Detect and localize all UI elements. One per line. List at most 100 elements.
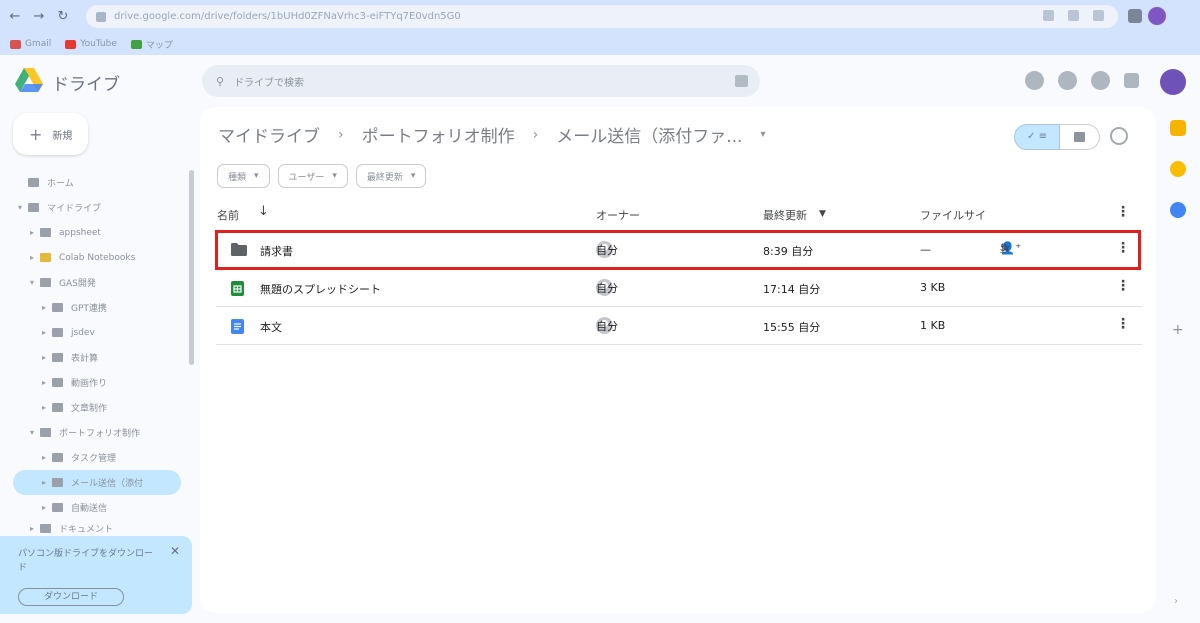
search-icon[interactable]: ⚲ (216, 75, 224, 88)
folder-icon (40, 253, 51, 262)
tasks-icon[interactable] (1170, 202, 1186, 218)
youtube-icon (65, 39, 77, 49)
list-view-button[interactable]: ✓ ≡ (1014, 124, 1060, 150)
size-cell: 3 KB (920, 281, 946, 294)
new-button[interactable]: + 新規 (13, 113, 88, 155)
more-vert-icon[interactable]: ⋮ (1116, 204, 1130, 220)
chevron-right-icon: › (338, 126, 344, 143)
filter-people-chip[interactable]: ユーザー ▾ (277, 164, 348, 188)
bookmark-star-icon[interactable] (1093, 10, 1104, 21)
sidebar-item-task[interactable]: ▸ タスク管理 (0, 445, 190, 470)
settings-gear-icon[interactable] (1091, 71, 1110, 90)
reload-icon[interactable]: ↻ (54, 8, 72, 26)
site-info-icon[interactable] (96, 11, 106, 22)
expand-arrow-icon[interactable]: ▸ (42, 478, 50, 487)
sidebar-item-writing[interactable]: ▸ 文章制作 (0, 395, 190, 420)
help-icon[interactable] (1058, 71, 1077, 90)
expand-arrow-icon[interactable]: ▸ (42, 403, 50, 412)
breadcrumb-current-folder[interactable]: メール送信（添付ファ... (556, 122, 742, 147)
keep-icon[interactable] (1170, 161, 1186, 177)
apps-grid-icon[interactable] (1124, 73, 1139, 88)
folder-icon (52, 453, 63, 462)
forward-arrow-icon[interactable]: → (30, 8, 48, 26)
table-row[interactable]: 無題のスプレッドシート 自分 17:14 自分 3 KB ⋮ (216, 269, 1142, 307)
expand-arrow-icon[interactable]: ▸ (42, 378, 50, 387)
expand-arrow-icon[interactable]: ▸ (42, 353, 50, 362)
table-header: 名前 ↓ オーナー 最終更新 ▼ ファイルサイ ⋮ (216, 203, 1142, 225)
back-arrow-icon[interactable]: ← (6, 8, 24, 26)
new-button-label: 新規 (52, 130, 73, 142)
browser-profile-avatar[interactable] (1148, 7, 1166, 25)
bookmark-gmail[interactable]: Gmail (10, 39, 51, 49)
table-row[interactable]: 本文 自分 15:55 自分 1 KB ⋮ (216, 307, 1142, 345)
filter-chips: 種類 ▾ ユーザー ▾ 最終更新 ▾ (217, 164, 427, 188)
folder-icon (52, 328, 63, 337)
column-modified[interactable]: 最終更新 (763, 207, 807, 223)
hide-panel-chevron-icon[interactable]: › (1174, 596, 1178, 607)
info-icon[interactable] (1110, 127, 1128, 145)
close-icon[interactable]: ✕ (170, 544, 180, 558)
bookmark-maps[interactable]: マップ (130, 38, 173, 51)
expand-arrow-icon[interactable]: ▸ (42, 328, 50, 337)
bookmark-youtube[interactable]: YouTube (65, 39, 117, 49)
file-name[interactable]: 無題のスプレッドシート (260, 281, 381, 297)
sidebar-item-spreadsheet[interactable]: ▸ 表計算 (0, 345, 190, 370)
sidebar-item-appsheet[interactable]: ▸ appsheet (0, 220, 190, 245)
sidebar-scrollbar[interactable] (189, 170, 194, 365)
breadcrumb-my-drive[interactable]: マイドライブ (218, 122, 320, 147)
expand-arrow-icon[interactable]: ▾ (18, 203, 26, 212)
expand-arrow-icon[interactable]: ▾ (30, 428, 38, 437)
search-bar[interactable]: ⚲ ドライブで検索 (202, 65, 760, 97)
sidebar-item-gas[interactable]: ▾ GAS開発 (0, 270, 190, 295)
account-avatar[interactable] (1160, 69, 1186, 95)
address-bar[interactable]: drive.google.com/drive/folders/1bUHd0ZFN… (86, 5, 1118, 28)
sidebar-item-docs[interactable]: ▸ ドキュメント (0, 520, 190, 536)
sort-arrow-icon[interactable]: ↓ (258, 204, 269, 219)
folder-icon (40, 428, 51, 437)
expand-arrow-icon[interactable]: ▸ (30, 524, 38, 533)
grid-view-button[interactable] (1060, 124, 1100, 150)
expand-arrow-icon[interactable]: ▸ (42, 303, 50, 312)
extensions-icon[interactable] (1128, 9, 1142, 23)
view-toggle: ✓ ≡ (1014, 124, 1100, 150)
sidebar-item-video[interactable]: ▸ 動画作り (0, 370, 190, 395)
search-options-icon[interactable] (735, 75, 748, 87)
file-name[interactable]: 本文 (260, 319, 282, 335)
sidebar-item-colab[interactable]: ▸ Colab Notebooks (0, 245, 190, 270)
drive-logo-icon[interactable] (14, 66, 44, 94)
column-size[interactable]: ファイルサイ (920, 207, 986, 223)
filter-type-chip[interactable]: 種類 ▾ (217, 164, 270, 188)
expand-arrow-icon[interactable]: ▾ (30, 278, 38, 287)
sidebar-item-mail-send[interactable]: ▸ メール送信（添付 (13, 470, 181, 495)
sidebar-item-jsdev[interactable]: ▸ jsdev (0, 320, 190, 345)
filter-modified-chip[interactable]: 最終更新 ▾ (355, 164, 427, 188)
column-name[interactable]: 名前 (217, 207, 239, 223)
modified-cell: 17:14 自分 (763, 283, 821, 296)
expand-arrow-icon[interactable]: ▸ (42, 453, 50, 462)
promo-download-button[interactable]: ダウンロード (18, 588, 124, 606)
calendar-icon[interactable] (1170, 120, 1186, 136)
folder-icon (52, 303, 63, 312)
search-input[interactable]: ドライブで検索 (234, 74, 304, 89)
url-text: drive.google.com/drive/folders/1bUHd0ZFN… (114, 11, 461, 22)
sidebar-item-gpt[interactable]: ▸ GPT連携 (0, 295, 190, 320)
more-vert-icon[interactable]: ⋮ (1116, 278, 1130, 294)
sidebar-item-home[interactable]: ホーム (0, 170, 190, 195)
sidebar-item-portfolio[interactable]: ▾ ポートフォリオ制作 (0, 420, 190, 445)
share-icon[interactable] (1068, 10, 1079, 21)
chevron-down-icon[interactable]: ▾ (760, 129, 765, 140)
breadcrumb-portfolio[interactable]: ポートフォリオ制作 (362, 122, 515, 147)
sort-caret-icon[interactable]: ▼ (819, 209, 826, 219)
add-addon-icon[interactable]: + (1172, 322, 1184, 338)
expand-arrow-icon[interactable]: ▸ (30, 228, 38, 237)
expand-arrow-icon[interactable]: ▸ (30, 253, 38, 262)
install-icon[interactable] (1043, 10, 1054, 21)
sidebar-item-my-drive[interactable]: ▾ マイドライブ (0, 195, 190, 220)
offline-status-icon[interactable] (1025, 71, 1044, 90)
size-cell: 1 KB (920, 319, 946, 332)
more-vert-icon[interactable]: ⋮ (1116, 316, 1130, 332)
expand-arrow-icon[interactable]: ▸ (42, 503, 50, 512)
browser-profile-area (1128, 7, 1166, 25)
column-owner[interactable]: オーナー (596, 207, 640, 223)
sidebar-item-auto-send[interactable]: ▸ 自動送信 (0, 495, 190, 520)
